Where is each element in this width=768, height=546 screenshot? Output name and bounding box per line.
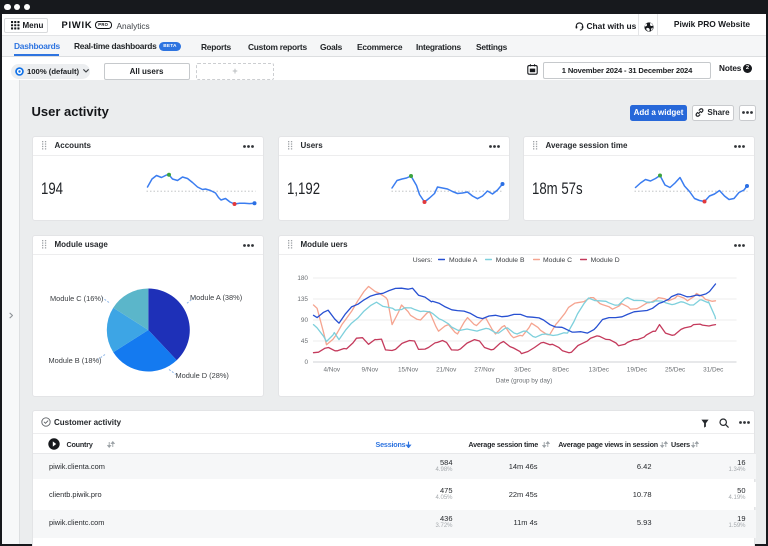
svg-text:180: 180: [297, 275, 308, 282]
svg-text:13/Dec: 13/Dec: [588, 367, 609, 374]
svg-text:45: 45: [300, 338, 308, 345]
svg-text:8/Dec: 8/Dec: [552, 367, 569, 374]
svg-text:15/Nov: 15/Nov: [397, 367, 418, 374]
svg-text:3/Dec: 3/Dec: [514, 367, 531, 374]
svg-text:9/Nov: 9/Nov: [361, 367, 378, 374]
svg-text:31/Dec: 31/Dec: [703, 367, 724, 374]
svg-text:90: 90: [300, 317, 308, 324]
svg-text:21/Nov: 21/Nov: [436, 367, 457, 374]
svg-text:19/Dec: 19/Dec: [626, 367, 647, 374]
svg-text:135: 135: [297, 296, 308, 303]
svg-text:25/Dec: 25/Dec: [664, 367, 685, 374]
svg-text:4/Nov: 4/Nov: [323, 367, 340, 374]
svg-text:Date (group by day): Date (group by day): [495, 378, 551, 385]
svg-text:0: 0: [304, 359, 308, 366]
svg-text:27/Nov: 27/Nov: [474, 367, 495, 374]
